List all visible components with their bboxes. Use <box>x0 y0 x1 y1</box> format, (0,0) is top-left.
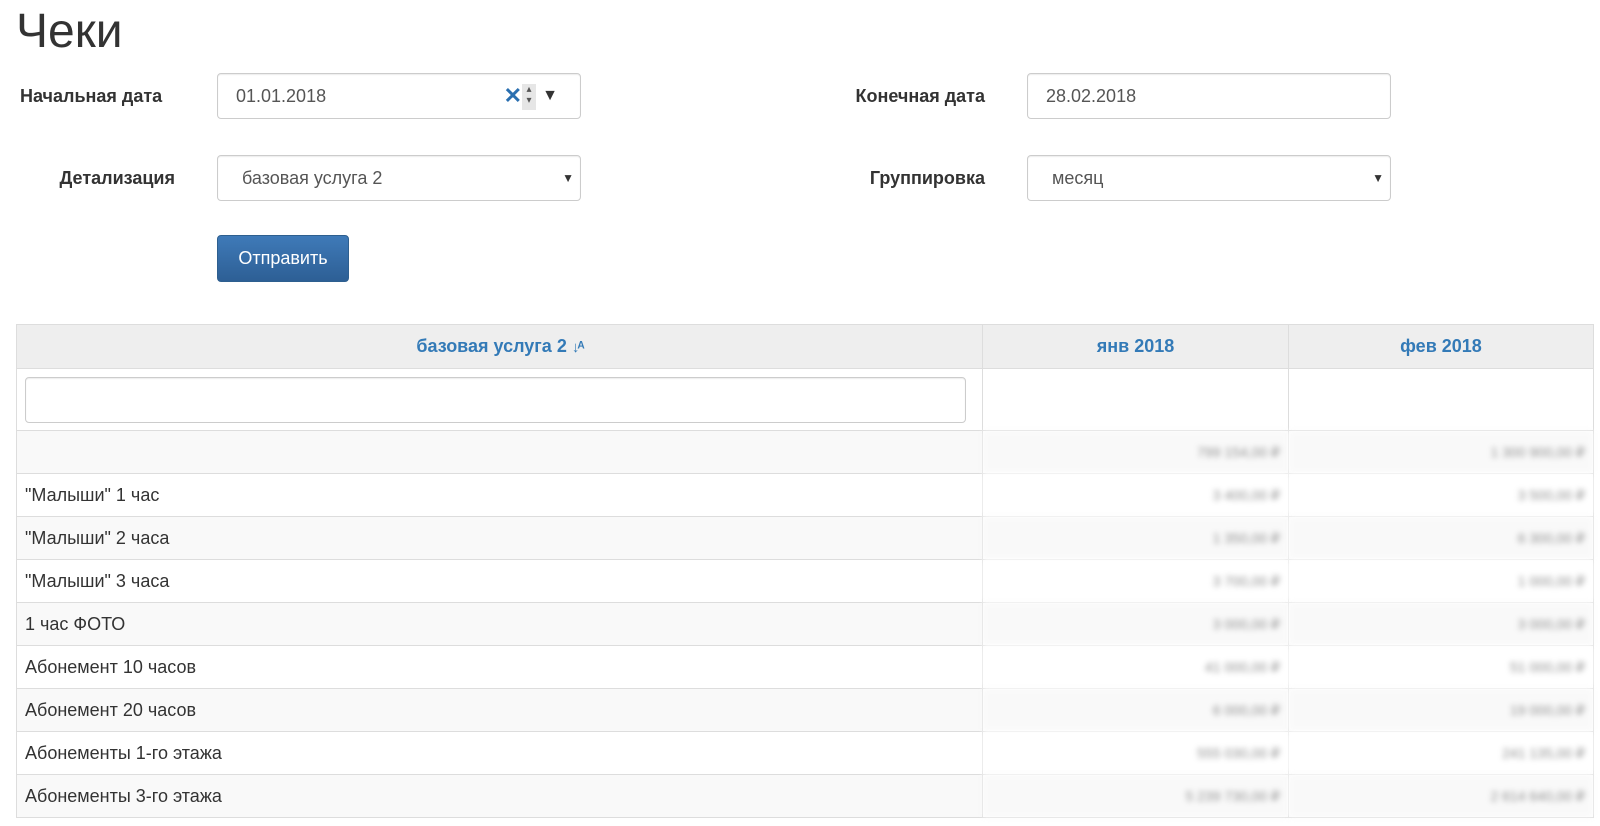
page-title: Чеки <box>16 5 123 58</box>
sort-alpha-icon[interactable]: ↓ᴬ <box>572 339 585 356</box>
service-name-cell: "Малыши" 3 часа <box>16 559 983 603</box>
column-header-service-label: базовая услуга 2 <box>416 336 567 356</box>
service-name-cell: "Малыши" 2 часа <box>16 516 983 560</box>
filter-cell <box>16 368 983 431</box>
grouping-select[interactable]: месяц ▼ <box>1027 155 1391 201</box>
start-date-input[interactable]: 01.01.2018 ✕ ▴ ▾ ▼ <box>217 73 581 119</box>
service-name-cell: "Малыши" 1 час <box>16 473 983 517</box>
feb-amount-cell: 3 000,00 ₽ <box>1288 602 1594 646</box>
feb-amount-cell: 6 300,00 ₽ <box>1288 516 1594 560</box>
jan-amount-cell: 1 350,00 ₽ <box>982 516 1289 560</box>
jan-amount-cell: 5 239 730,00 ₽ <box>982 774 1289 818</box>
service-name-cell: Абонементы 1-го этажа <box>16 731 983 775</box>
table-header-row: базовая услуга 2 ↓ᴬ янв 2018 фев 2018 <box>16 324 1594 369</box>
column-header-service[interactable]: базовая услуга 2 ↓ᴬ <box>16 324 983 369</box>
total-row: 799 154,00 ₽ 1 300 900,00 ₽ <box>16 430 1594 474</box>
end-date-value: 28.02.2018 <box>1046 86 1137 106</box>
end-date-label: Конечная дата <box>855 86 985 106</box>
column-header-jan-label: янв 2018 <box>1096 336 1175 356</box>
jan-amount-cell: 555 030,00 ₽ <box>982 731 1289 775</box>
column-header-jan[interactable]: янв 2018 <box>982 324 1289 369</box>
detail-select[interactable]: базовая услуга 2 ▼ <box>217 155 581 201</box>
total-feb-cell: 1 300 900,00 ₽ <box>1288 430 1594 474</box>
table-row: "Малыши" 2 часа 1 350,00 ₽6 300,00 ₽ <box>16 516 1594 560</box>
jan-amount-cell: 3 400,00 ₽ <box>982 473 1289 517</box>
jan-amount-cell: 41 000,00 ₽ <box>982 645 1289 689</box>
column-header-feb[interactable]: фев 2018 <box>1288 324 1594 369</box>
caret-down-icon: ▼ <box>1372 171 1384 185</box>
feb-amount-cell: 51 000,00 ₽ <box>1288 645 1594 689</box>
jan-amount-cell: 6 000,00 ₽ <box>982 688 1289 732</box>
service-name-cell: Абонементы 3-го этажа <box>16 774 983 818</box>
triangle-down-icon[interactable]: ▼ <box>542 74 558 118</box>
table-row: "Малыши" 1 час 3 400,00 ₽3 500,00 ₽ <box>16 473 1594 517</box>
table-row: Абонемент 10 часов 41 000,00 ₽51 000,00 ₽ <box>16 645 1594 689</box>
detail-select-value: базовая услуга 2 <box>242 168 383 188</box>
spinner-arrows-icon[interactable]: ▴ ▾ <box>522 84 536 110</box>
start-date-value: 01.01.2018 <box>236 86 327 106</box>
feb-amount-cell: 19 000,00 ₽ <box>1288 688 1594 732</box>
jan-amount-cell: 3 000,00 ₽ <box>982 602 1289 646</box>
table-row: 1 час ФОТО 3 000,00 ₽3 000,00 ₽ <box>16 602 1594 646</box>
report-table: базовая услуга 2 ↓ᴬ янв 2018 фев 2018 79… <box>16 324 1594 818</box>
column-header-feb-label: фев 2018 <box>1400 336 1482 356</box>
total-jan-cell: 799 154,00 ₽ <box>982 430 1289 474</box>
table-row: "Малыши" 3 часа 3 700,00 ₽1 000,00 ₽ <box>16 559 1594 603</box>
jan-amount-cell: 3 700,00 ₽ <box>982 559 1289 603</box>
detail-label: Детализация <box>59 168 176 188</box>
service-name-cell: Абонемент 10 часов <box>16 645 983 689</box>
filter-cell-empty <box>982 368 1289 431</box>
service-name-cell: 1 час ФОТО <box>16 602 983 646</box>
table-row: Абонементы 3-го этажа 5 239 730,00 ₽2 614… <box>16 774 1594 818</box>
service-filter-input[interactable] <box>25 376 966 423</box>
table-row: Абонементы 1-го этажа 555 030,00 ₽241 135… <box>16 731 1594 775</box>
submit-button[interactable]: Отправить <box>217 235 349 282</box>
grouping-label: Группировка <box>869 168 985 188</box>
grouping-select-value: месяц <box>1052 168 1104 188</box>
service-name-cell: Абонемент 20 часов <box>16 688 983 732</box>
end-date-input[interactable]: 28.02.2018 <box>1027 73 1391 119</box>
feb-amount-cell: 1 000,00 ₽ <box>1288 559 1594 603</box>
caret-down-icon: ▼ <box>562 171 574 185</box>
feb-amount-cell: 3 500,00 ₽ <box>1288 473 1594 517</box>
start-date-label: Начальная дата <box>20 86 163 106</box>
filter-row <box>16 368 1594 431</box>
feb-amount-cell: 2 614 640,00 ₽ <box>1288 774 1594 818</box>
close-icon[interactable]: ✕ <box>504 74 522 118</box>
filter-cell-empty <box>1288 368 1594 431</box>
total-row-name <box>16 430 983 474</box>
feb-amount-cell: 241 135,00 ₽ <box>1288 731 1594 775</box>
table-row: Абонемент 20 часов 6 000,00 ₽19 000,00 ₽ <box>16 688 1594 732</box>
